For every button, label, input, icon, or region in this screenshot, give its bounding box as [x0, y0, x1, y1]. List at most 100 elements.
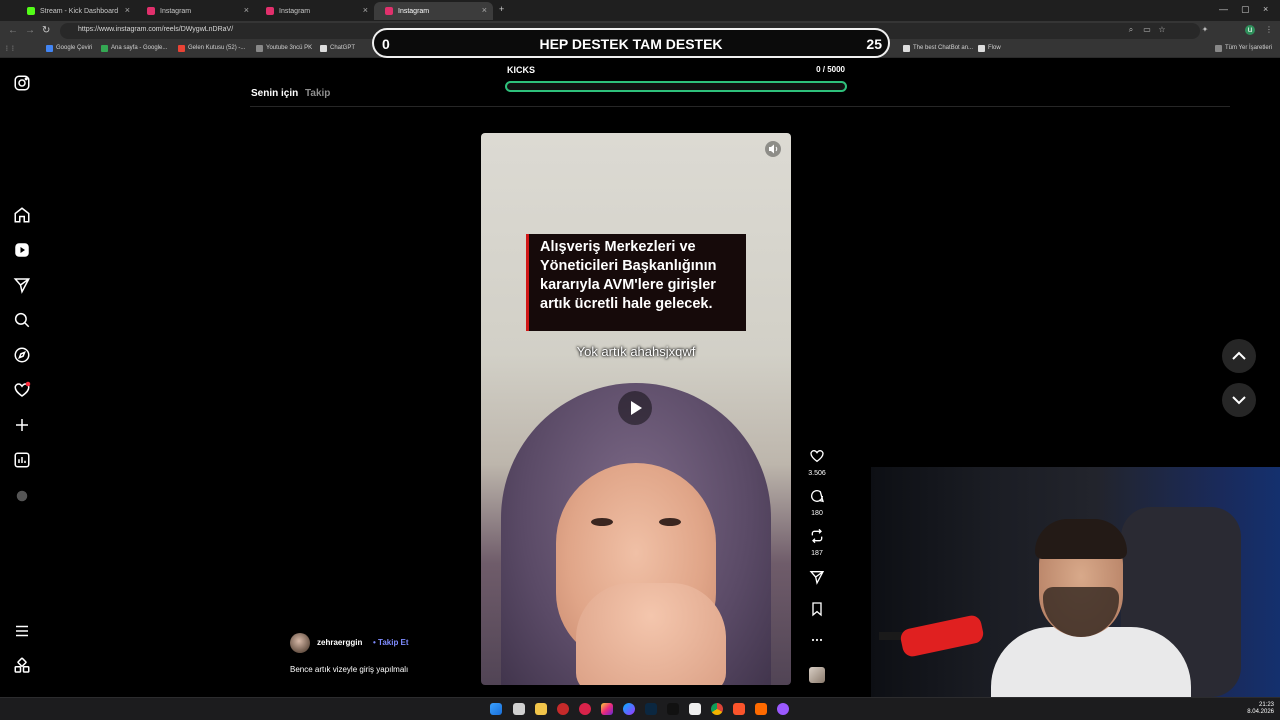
- zoom-icon[interactable]: ⌕: [1126, 25, 1136, 35]
- new-tab-icon[interactable]: +: [499, 4, 504, 14]
- like-button[interactable]: 3.506: [805, 448, 829, 477]
- chrome-icon[interactable]: [711, 703, 723, 715]
- back-icon[interactable]: ←: [8, 25, 18, 36]
- bookmark-item[interactable]: The best ChatBot an...: [903, 45, 973, 52]
- tab-for-you[interactable]: Senin için: [251, 88, 298, 99]
- save-button[interactable]: [805, 601, 829, 622]
- close-tab-icon[interactable]: ×: [125, 5, 130, 15]
- maximize-icon[interactable]: ▢: [1241, 4, 1250, 15]
- repost-count: 187: [811, 550, 823, 557]
- author-avatar[interactable]: [290, 633, 310, 653]
- bookmark-item[interactable]: Ana sayfa - Google...: [101, 45, 167, 52]
- follow-button[interactable]: • Takip Et: [373, 638, 409, 647]
- close-tab-icon[interactable]: ×: [244, 5, 249, 15]
- chevron-up-icon: [1232, 351, 1246, 360]
- instagram-logo-icon[interactable]: [13, 74, 31, 92]
- photoshop-icon[interactable]: [645, 703, 657, 715]
- previous-reel-button[interactable]: [1222, 339, 1256, 373]
- minimize-icon[interactable]: —: [1219, 4, 1228, 14]
- create-plus-icon[interactable]: [13, 416, 31, 434]
- browser-tab[interactable]: Instagram ×: [255, 2, 374, 20]
- close-window-icon[interactable]: ×: [1263, 4, 1268, 14]
- banner-title: HEP DESTEK TAM DESTEK: [539, 36, 723, 52]
- profile-avatar-icon[interactable]: u: [1245, 25, 1255, 35]
- kicks-count: 0 / 5000: [816, 65, 845, 74]
- search-icon[interactable]: [13, 311, 31, 329]
- tab-following[interactable]: Takip: [305, 88, 330, 99]
- share-icon: [809, 571, 825, 585]
- close-tab-icon[interactable]: ×: [363, 5, 368, 15]
- explore-icon[interactable]: [13, 346, 31, 364]
- system-clock[interactable]: 21:23 8.04.2026: [1244, 702, 1274, 716]
- kicks-progress-bar: [505, 81, 847, 92]
- bookmark-item[interactable]: Tüm Yer İşaretleri: [1215, 45, 1272, 52]
- reload-icon[interactable]: ↻: [42, 25, 50, 36]
- windows-start-icon[interactable]: [490, 703, 502, 715]
- obs-icon[interactable]: [777, 703, 789, 715]
- profile-avatar-icon[interactable]: [13, 487, 31, 505]
- notifications-heart-icon[interactable]: [13, 381, 31, 399]
- ellipsis-icon: [811, 638, 823, 642]
- browser-tab-active[interactable]: Instagram ×: [374, 2, 493, 20]
- close-tab-icon[interactable]: ×: [482, 5, 487, 15]
- task-view-icon[interactable]: [513, 703, 525, 715]
- bookmark-item[interactable]: ChatGPT: [320, 45, 355, 52]
- feed-tabs: Senin için Takip: [251, 88, 330, 99]
- apps-icon[interactable]: ⋮⋮: [4, 45, 16, 52]
- capcut-icon[interactable]: [689, 703, 701, 715]
- reel-description: Bence artık vizeyle giriş yapılmalı: [290, 665, 409, 674]
- share-button[interactable]: [805, 569, 829, 590]
- play-icon[interactable]: [618, 391, 652, 425]
- reels-icon[interactable]: [13, 241, 31, 259]
- cam-body-shape: [991, 627, 1191, 697]
- audio-thumbnail[interactable]: [809, 667, 825, 683]
- app-icon[interactable]: [557, 703, 569, 715]
- reel-video[interactable]: Alışveriş Merkezleri ve Yöneticileri Baş…: [481, 133, 791, 685]
- bookmark-item[interactable]: Google Çeviri: [46, 45, 92, 52]
- messenger-icon[interactable]: [623, 703, 635, 715]
- clock-time: 21:23: [1258, 702, 1274, 708]
- reel-caption-box: Alışveriş Merkezleri ve Yöneticileri Baş…: [526, 234, 746, 331]
- bookmark-star-icon[interactable]: ☆: [1157, 25, 1167, 35]
- instagram-favicon-icon: [266, 7, 274, 15]
- bookmark-item[interactable]: Gelen Kutusu (52) -...: [178, 45, 245, 52]
- messages-icon[interactable]: [13, 276, 31, 294]
- instagram-app-icon[interactable]: [601, 703, 613, 715]
- more-options-button[interactable]: [805, 632, 829, 653]
- mute-icon[interactable]: [765, 141, 781, 157]
- browser-tab[interactable]: Stream - Kick Dashboard ×: [16, 2, 136, 20]
- tab-label: Stream - Kick Dashboard: [40, 7, 119, 15]
- brave-icon[interactable]: [733, 703, 745, 715]
- url-text: https://www.instagram.com/reels/DWygwLnD…: [78, 26, 234, 33]
- also-from-meta-icon[interactable]: [13, 657, 31, 675]
- repost-button[interactable]: 187: [805, 528, 829, 557]
- bookmark-item[interactable]: Flow: [978, 45, 1001, 52]
- app-icon[interactable]: [755, 703, 767, 715]
- opera-icon[interactable]: [579, 703, 591, 715]
- more-menu-icon[interactable]: [13, 622, 31, 640]
- file-explorer-icon[interactable]: [535, 703, 547, 715]
- tab-label: Instagram: [160, 7, 192, 15]
- author-username[interactable]: zehraerggin: [317, 638, 362, 647]
- cast-icon[interactable]: ▭: [1142, 25, 1152, 35]
- forward-icon[interactable]: →: [25, 25, 35, 36]
- tab-label: Instagram: [398, 7, 430, 15]
- cam-hair-shape: [1035, 519, 1127, 559]
- heart-icon: [810, 449, 824, 463]
- menu-icon[interactable]: ⋮: [1264, 25, 1274, 35]
- chevron-down-icon: [1232, 396, 1246, 405]
- tiktok-icon[interactable]: [667, 703, 679, 715]
- browser-tab[interactable]: Instagram ×: [136, 2, 255, 20]
- extensions-icon[interactable]: ✦: [1200, 25, 1210, 35]
- kicks-label: KICKS: [507, 65, 536, 75]
- tab-label: Instagram: [279, 7, 311, 15]
- next-reel-button[interactable]: [1222, 383, 1256, 417]
- reel-caption-text: Alışveriş Merkezleri ve Yöneticileri Baş…: [540, 239, 717, 312]
- repost-icon: [811, 528, 823, 544]
- cam-microphone-shape: [898, 613, 986, 659]
- bookmark-item[interactable]: Youtube 3ncü PK: [256, 45, 312, 52]
- home-icon[interactable]: [13, 206, 31, 224]
- comment-button[interactable]: 180: [805, 488, 829, 517]
- reel-hand-shape: [576, 583, 726, 685]
- dashboard-icon[interactable]: [13, 451, 31, 469]
